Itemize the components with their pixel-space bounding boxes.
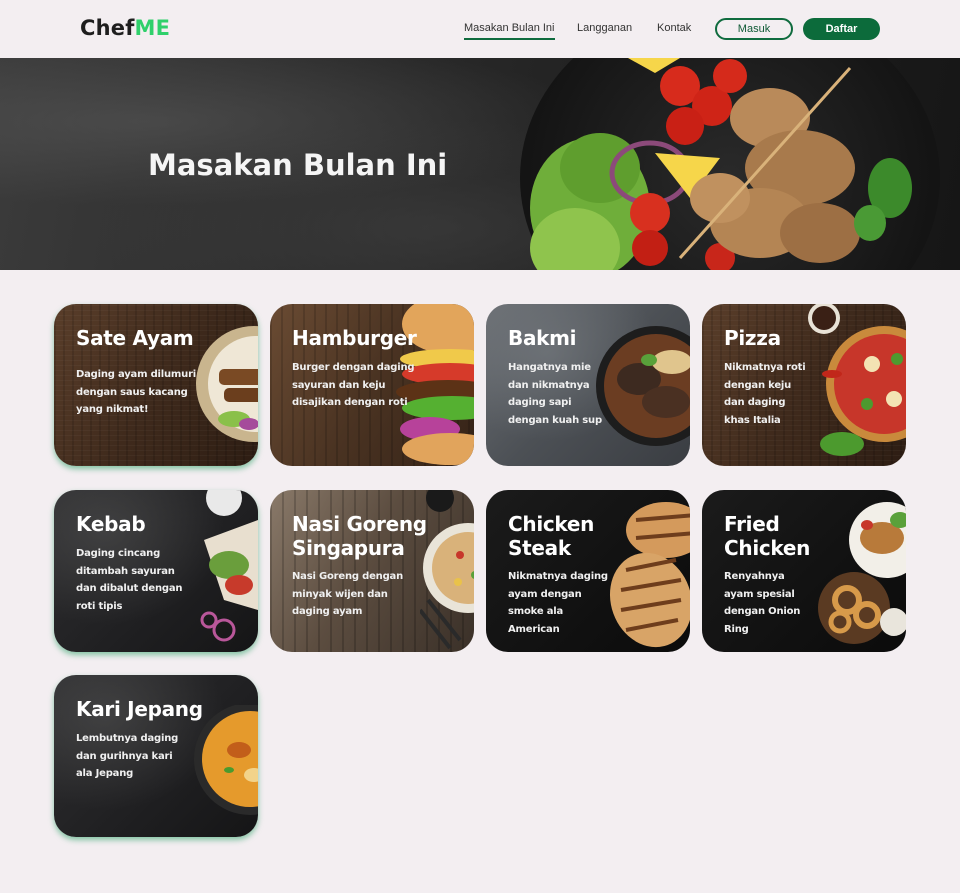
- logo-text-me: ME: [134, 16, 171, 40]
- card-bakmi[interactable]: Bakmi Hangatnya mie dan nikmatnya daging…: [486, 304, 690, 466]
- card-pizza[interactable]: Pizza Nikmatnya roti dengan keju dan dag…: [702, 304, 906, 466]
- card-kebab[interactable]: Kebab Daging cincang ditambah sayuran da…: [54, 490, 258, 652]
- card-title: Chicken Steak: [508, 512, 595, 560]
- signup-button[interactable]: Daftar: [803, 18, 880, 40]
- logo-text-chef: Chef: [80, 16, 135, 40]
- card-chicken-steak[interactable]: Chicken Steak Nikmatnya daging ayam deng…: [486, 490, 690, 652]
- card-description: Nikmatnya roti dengan keju dan daging kh…: [724, 362, 806, 426]
- card-title: Kebab: [76, 512, 146, 536]
- login-button[interactable]: Masuk: [715, 18, 793, 40]
- card-description: Nasi Goreng dengan minyak wijen dan dagi…: [292, 571, 404, 617]
- hero-banner: Masakan Bulan Ini: [0, 58, 960, 270]
- card-description: Lembutnya daging dan gurihnya kari ala J…: [76, 733, 179, 779]
- card-title: Hamburger: [292, 326, 417, 350]
- card-title: Kari Jepang: [76, 697, 203, 721]
- card-nasi-goreng-singapura[interactable]: Nasi Goreng Singapura Nasi Goreng dengan…: [270, 490, 474, 652]
- card-title: Pizza: [724, 326, 781, 350]
- sate-ayam-food-image: [196, 326, 258, 442]
- nav-link-kontak[interactable]: Kontak: [657, 22, 691, 34]
- chicken-steak-food-image: [609, 502, 690, 648]
- hero-title: Masakan Bulan Ini: [148, 148, 448, 182]
- card-title: Sate Ayam: [76, 326, 194, 350]
- hero-food-illustration: [530, 58, 912, 270]
- card-description: Nikmatnya daging ayam dengan smoke ala A…: [508, 571, 608, 635]
- chefme-logo[interactable]: ChefME: [80, 16, 170, 40]
- kebab-food-image: [200, 490, 258, 642]
- card-description: Daging ayam dilumuri dengan saus kacang …: [76, 369, 197, 415]
- card-description: Burger dengan daging sayuran dan keju di…: [292, 362, 415, 408]
- pizza-food-image: [808, 304, 906, 456]
- card-title: Nasi Goreng Singapura: [292, 512, 427, 560]
- card-title: Fried Chicken: [724, 512, 811, 560]
- card-fried-chicken[interactable]: Fried Chicken Renyahnya ayam spesial den…: [702, 490, 906, 652]
- nav-link-langganan[interactable]: Langganan: [577, 22, 632, 34]
- card-sate-ayam[interactable]: Sate Ayam Daging ayam dilumuri dengan sa…: [54, 304, 258, 466]
- top-navbar: ChefME Masakan Bulan Ini Langganan Konta…: [0, 0, 960, 58]
- card-description: Daging cincang ditambah sayuran dan diba…: [76, 548, 183, 612]
- card-kari-jepang[interactable]: Kari Jepang Lembutnya daging dan gurihny…: [54, 675, 258, 837]
- card-description: Renyahnya ayam spesial dengan Onion Ring: [724, 571, 801, 635]
- card-title: Bakmi: [508, 326, 577, 350]
- bakmi-food-image: [596, 326, 690, 446]
- nav-link-masakan-bulan-ini[interactable]: Masakan Bulan Ini: [464, 22, 555, 40]
- kari-jepang-food-image: [194, 705, 258, 815]
- fried-chicken-food-image: [818, 502, 906, 644]
- card-description: Hangatnya mie dan nikmatnya daging sapi …: [508, 362, 602, 426]
- card-hamburger[interactable]: Hamburger Burger dengan daging sayuran d…: [270, 304, 474, 466]
